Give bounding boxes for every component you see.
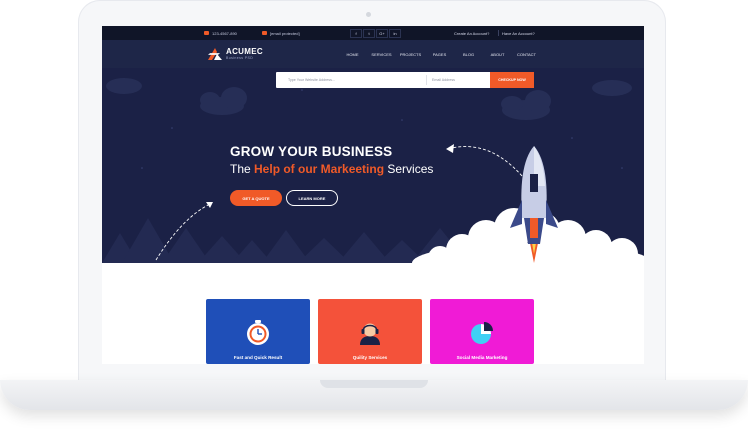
stopwatch-icon bbox=[247, 320, 269, 345]
linkedin-icon[interactable]: in bbox=[389, 28, 401, 38]
camera-dot bbox=[366, 12, 371, 17]
feature-card-label: Social Media Marketing bbox=[456, 355, 508, 360]
feature-card-social-media[interactable]: Social Media Marketing bbox=[430, 299, 534, 364]
features-section: Fast and Quick Result Quility Services S… bbox=[102, 263, 644, 364]
nav-item-blog[interactable]: BLOG bbox=[454, 52, 483, 57]
logo-name: ACUMEC bbox=[226, 47, 263, 56]
feature-card-quality-services[interactable]: Quility Services bbox=[318, 299, 422, 364]
phone-number: 123-4567-890 bbox=[212, 30, 237, 36]
main-navbar: ACUMEC Business PSD HOME SERVICES PROJEC… bbox=[102, 40, 644, 68]
logo-mark-icon bbox=[208, 48, 222, 61]
create-account-link[interactable]: Create An Account? bbox=[454, 31, 489, 36]
hero-section: GROW YOUR BUSINESS The Help of our Marke… bbox=[102, 68, 644, 263]
hero-subtitle-post: Services bbox=[384, 162, 434, 176]
nav-item-projects[interactable]: PROJECTS bbox=[396, 52, 425, 57]
top-bar-phone: 123-4567-890 bbox=[204, 31, 237, 36]
laptop-base-notch bbox=[320, 380, 428, 388]
nav-item-pages[interactable]: PAGES bbox=[425, 52, 454, 57]
twitter-icon[interactable]: t bbox=[363, 28, 375, 38]
email-address[interactable]: [email protected] bbox=[270, 31, 300, 36]
search-divider bbox=[426, 75, 427, 85]
site-logo[interactable]: ACUMEC Business PSD bbox=[208, 48, 263, 61]
pie-chart-icon bbox=[471, 322, 493, 344]
hero-subtitle-highlight: Help of our Markeeting bbox=[254, 162, 385, 176]
nav-menu: HOME SERVICES PROJECTS PAGES BLOG ABOUT … bbox=[338, 52, 541, 57]
background-mountains bbox=[102, 218, 468, 263]
nav-item-services[interactable]: SERVICES bbox=[367, 52, 396, 57]
nav-item-home[interactable]: HOME bbox=[338, 52, 367, 57]
top-bar-divider bbox=[498, 30, 499, 36]
social-links: f t G+ in bbox=[350, 28, 401, 38]
laptop-mockup: 123-4567-890 [email protected] f t G+ in… bbox=[0, 0, 748, 439]
checkup-now-button[interactable]: CHECKUP NOW bbox=[490, 72, 534, 88]
feature-card-label: Fast and Quick Result bbox=[233, 355, 283, 360]
nav-item-contact[interactable]: CONTACT bbox=[512, 52, 541, 57]
website-checkup-form: Type Your Website Address... Email Addre… bbox=[276, 72, 534, 88]
nav-item-about[interactable]: ABOUT bbox=[483, 52, 512, 57]
get-quote-button[interactable]: GET A QUOTE bbox=[230, 190, 282, 206]
top-bar: 123-4567-890 [email protected] f t G+ in… bbox=[102, 26, 644, 40]
website-address-input[interactable]: Type Your Website Address... bbox=[288, 78, 335, 82]
email-address-input[interactable]: Email Address bbox=[432, 78, 455, 82]
support-agent-icon bbox=[360, 323, 380, 345]
logo-tagline: Business PSD bbox=[226, 56, 254, 60]
mail-icon bbox=[262, 31, 267, 35]
website-screen: 123-4567-890 [email protected] f t G+ in… bbox=[102, 26, 644, 364]
login-link[interactable]: Have An Account? bbox=[502, 31, 535, 36]
google-plus-icon[interactable]: G+ bbox=[376, 28, 388, 38]
feature-card-label: Quility Services bbox=[352, 355, 388, 360]
phone-icon bbox=[204, 31, 209, 35]
hero-subtitle: The Help of our Markeeting Services bbox=[230, 162, 433, 176]
hero-title: GROW YOUR BUSINESS bbox=[230, 144, 393, 159]
hero-subtitle-pre: The bbox=[230, 162, 255, 176]
facebook-icon[interactable]: f bbox=[350, 28, 362, 38]
top-bar-email[interactable]: [email protected] bbox=[262, 31, 300, 36]
learn-more-button[interactable]: LEARN MORE bbox=[286, 190, 338, 206]
feature-card-fast-result[interactable]: Fast and Quick Result bbox=[206, 299, 310, 364]
